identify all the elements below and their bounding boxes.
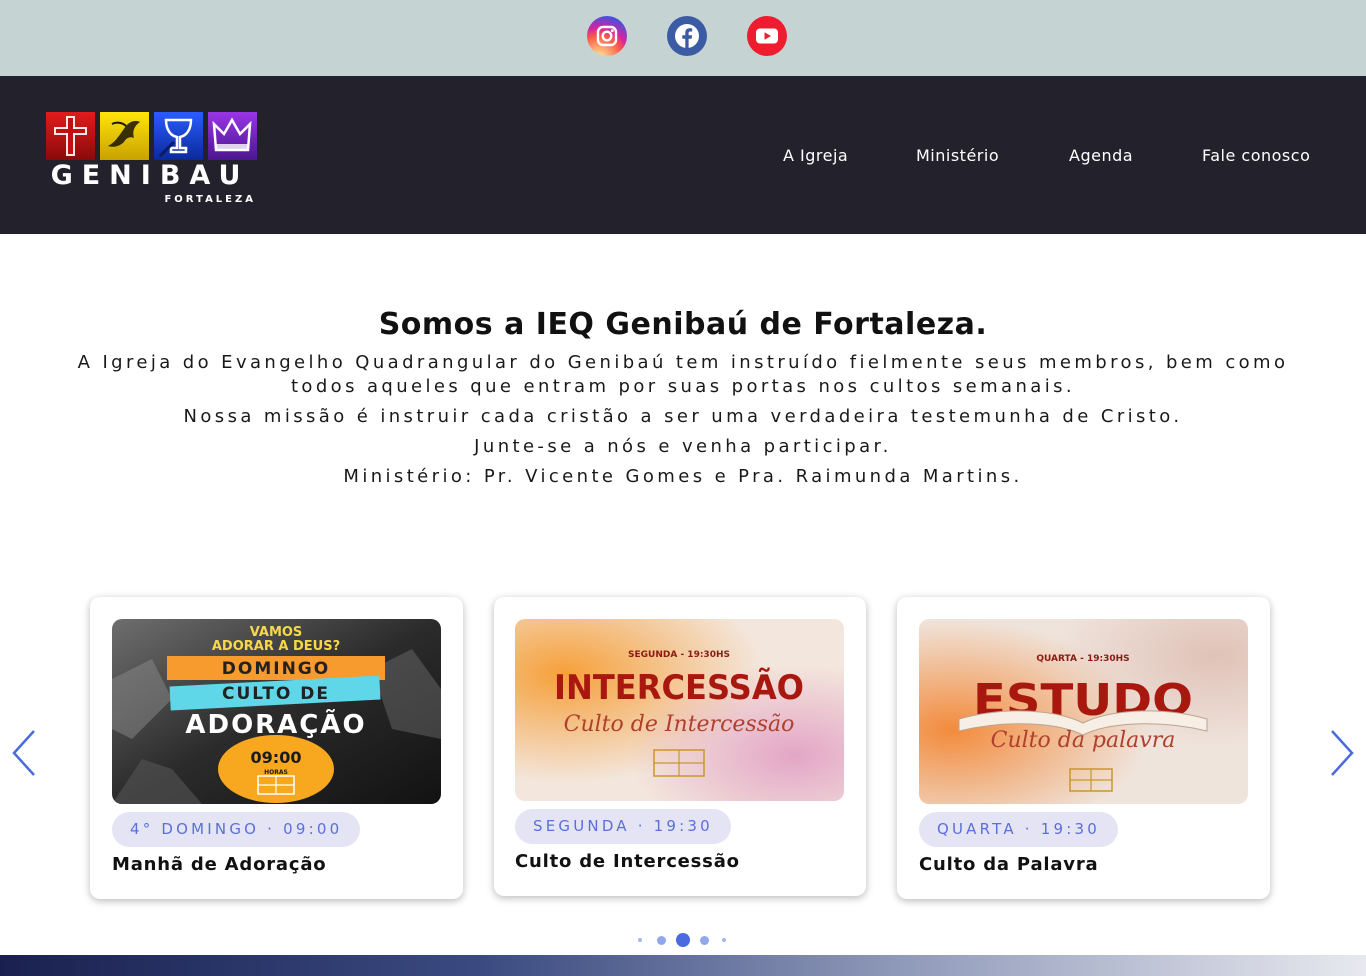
chevron-right-icon — [1331, 730, 1354, 776]
carousel-next-button[interactable] — [1328, 728, 1358, 778]
intro-paragraph: A Igreja do Evangelho Quadrangular do Ge… — [77, 352, 1289, 397]
pagination-dot[interactable] — [722, 938, 726, 942]
pagination-dot[interactable] — [700, 936, 709, 945]
event-card[interactable]: VAMOS ADORAR A DEUS? DOMINGO CULTO DE AD… — [90, 597, 463, 899]
intro-title: Somos a IEQ Genibaú de Fortaleza. — [378, 307, 988, 342]
event-image-intercessao: SEGUNDA - 19:30HS INTERCESSÃO Culto de I… — [515, 619, 844, 801]
image-line4: CULTO DE — [222, 684, 330, 704]
carousel-pagination — [0, 933, 1366, 947]
event-image-estudo: QUARTA - 19:30HS ESTUDO Culto da palavra — [919, 619, 1248, 804]
event-card[interactable]: SEGUNDA - 19:30HS INTERCESSÃO Culto de I… — [494, 597, 866, 896]
image-script: Culto de Intercessão — [564, 712, 795, 737]
event-badge: SEGUNDA · 19:30 — [515, 809, 731, 844]
image-headline: INTERCESSÃO — [554, 667, 804, 708]
image-line2: ADORAR A DEUS? — [212, 639, 340, 654]
nav-agenda[interactable]: Agenda — [1069, 146, 1133, 165]
event-title: Culto de Intercessão — [515, 851, 740, 872]
logo-city: FORTALEZA — [164, 194, 256, 205]
site-header: GENIBAU FORTALEZA A Igreja Ministério Ag… — [0, 76, 1366, 234]
facebook-icon — [675, 24, 699, 48]
event-image-adoracao: VAMOS ADORAR A DEUS? DOMINGO CULTO DE AD… — [112, 619, 441, 804]
nav-a-igreja[interactable]: A Igreja — [783, 146, 848, 165]
facebook-link[interactable] — [667, 16, 707, 56]
intro-ministry: Ministério: Pr. Vicente Gomes e Pra. Rai… — [343, 466, 1023, 487]
cross-emblem-icon — [46, 112, 95, 160]
cup-emblem-icon — [154, 112, 203, 160]
intro-mission: Nossa missão é instruir cada cristão a s… — [183, 406, 1183, 427]
image-script: Culto da palavra — [991, 728, 1176, 753]
event-badge: QUARTA · 19:30 — [919, 812, 1118, 847]
event-badge: 4° DOMINGO · 09:00 — [112, 812, 361, 847]
social-bar — [0, 0, 1366, 76]
pagination-dot[interactable] — [638, 938, 642, 942]
pagination-dot[interactable] — [657, 936, 666, 945]
image-top: SEGUNDA - 19:30HS — [628, 650, 730, 660]
image-time: 09:00 — [251, 748, 302, 767]
youtube-icon — [756, 28, 778, 44]
footer-strip — [0, 955, 1366, 976]
chevron-left-icon — [12, 730, 35, 776]
image-line3: DOMINGO — [222, 659, 330, 679]
logo-name: GENIBAU — [50, 160, 250, 191]
event-title: Culto da Palavra — [919, 854, 1099, 875]
church-logo[interactable]: GENIBAU FORTALEZA — [40, 108, 260, 208]
youtube-link[interactable] — [747, 16, 787, 56]
event-title: Manhã de Adoração — [112, 854, 327, 875]
carousel-prev-button[interactable] — [8, 728, 38, 778]
image-time-unit: HORAS — [264, 769, 288, 776]
instagram-icon — [596, 25, 618, 47]
event-card[interactable]: QUARTA - 19:30HS ESTUDO Culto da palavra… — [897, 597, 1270, 899]
intro-section: Somos a IEQ Genibaú de Fortaleza. A Igre… — [0, 305, 1366, 489]
instagram-link[interactable] — [587, 16, 627, 56]
image-top: QUARTA - 19:30HS — [1036, 654, 1129, 664]
nav-fale-conosco[interactable]: Fale conosco — [1202, 146, 1310, 165]
logo-emblems — [46, 112, 258, 160]
nav-ministerio[interactable]: Ministério — [916, 146, 999, 165]
crown-emblem-icon — [208, 112, 257, 160]
image-line1: VAMOS — [250, 625, 303, 640]
intro-invite: Junte-se a nós e venha participar. — [474, 436, 892, 457]
pagination-dot-active[interactable] — [676, 933, 690, 947]
dove-emblem-icon — [100, 112, 149, 160]
